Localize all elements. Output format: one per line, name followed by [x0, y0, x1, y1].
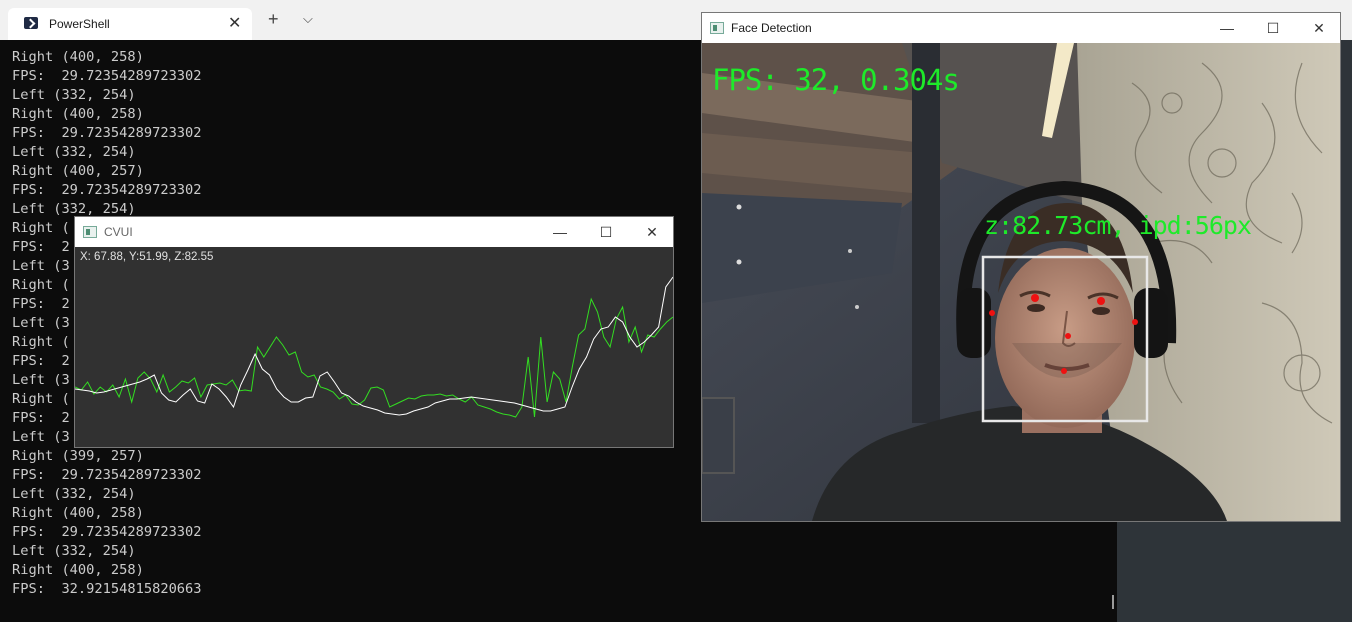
camera-frame: FPS: 32, 0.304s z:82.73cm, ipd:56px — [702, 43, 1340, 521]
console-line: FPS: 29.72354289723302 — [12, 524, 202, 540]
tab-title: PowerShell — [49, 17, 110, 31]
console-line: FPS: 29.72354289723302 — [12, 467, 202, 483]
distance-overlay: z:82.73cm, ipd:56px — [984, 211, 1252, 240]
console-line: Right (400, 258) — [12, 505, 144, 521]
console-line: Left (332, 254) — [12, 543, 136, 559]
tab-powershell[interactable]: PowerShell ✕ — [8, 8, 252, 40]
xyz-plot — [75, 276, 673, 418]
cvui-titlebar[interactable]: CVUI — ☐ ✕ — [75, 217, 673, 247]
close-button[interactable]: ✕ — [629, 217, 675, 247]
new-tab-button[interactable]: + — [268, 10, 279, 28]
plot-series-1 — [75, 276, 673, 416]
coordinate-readout: X: 67.88, Y:51.99, Z:82.55 — [80, 251, 214, 263]
app-icon — [83, 226, 97, 238]
console-line: Right (400, 258) — [12, 106, 144, 122]
console-line: Right (400, 258) — [12, 49, 144, 65]
window-title: Face Detection — [731, 21, 812, 35]
app-icon — [710, 22, 724, 34]
console-line: Left (332, 254) — [12, 144, 136, 160]
window-title: CVUI — [104, 225, 133, 239]
face-detection-window: Face Detection — ☐ ✕ FPS: 32, 0.304s z:8… — [701, 12, 1341, 522]
scrollbar-thumb[interactable] — [1112, 595, 1114, 609]
powershell-icon — [24, 17, 38, 29]
console-line: Left (332, 254) — [12, 87, 136, 103]
tab-close-button[interactable]: ✕ — [228, 13, 241, 33]
console-line: FPS: 29.72354289723302 — [12, 68, 202, 84]
console-line: Left (332, 254) — [12, 486, 136, 502]
maximize-button[interactable]: ☐ — [583, 217, 629, 247]
fps-overlay: FPS: 32, 0.304s — [712, 63, 960, 97]
face-detection-titlebar[interactable]: Face Detection — ☐ ✕ — [702, 13, 1340, 43]
maximize-button[interactable]: ☐ — [1250, 13, 1296, 43]
console-line: Right (400, 258) — [12, 562, 144, 578]
console-line: FPS: 29.72354289723302 — [12, 182, 202, 198]
console-line: Right (400, 257) — [12, 163, 144, 179]
console-line: FPS: 32.92154815820663 — [12, 581, 202, 597]
plot-series-0 — [75, 297, 673, 418]
close-button[interactable]: ✕ — [1296, 13, 1342, 43]
minimize-button[interactable]: — — [537, 217, 583, 247]
console-line: FPS: 29.72354289723302 — [12, 125, 202, 141]
console-line: Right (399, 257) — [12, 448, 144, 464]
dropdown-button[interactable]: ⌵ — [303, 11, 313, 27]
camera-image — [702, 43, 1340, 521]
minimize-button[interactable]: — — [1204, 13, 1250, 43]
cvui-window: CVUI — ☐ ✕ X: 67.88, Y:51.99, Z:82.55 — [74, 216, 674, 448]
